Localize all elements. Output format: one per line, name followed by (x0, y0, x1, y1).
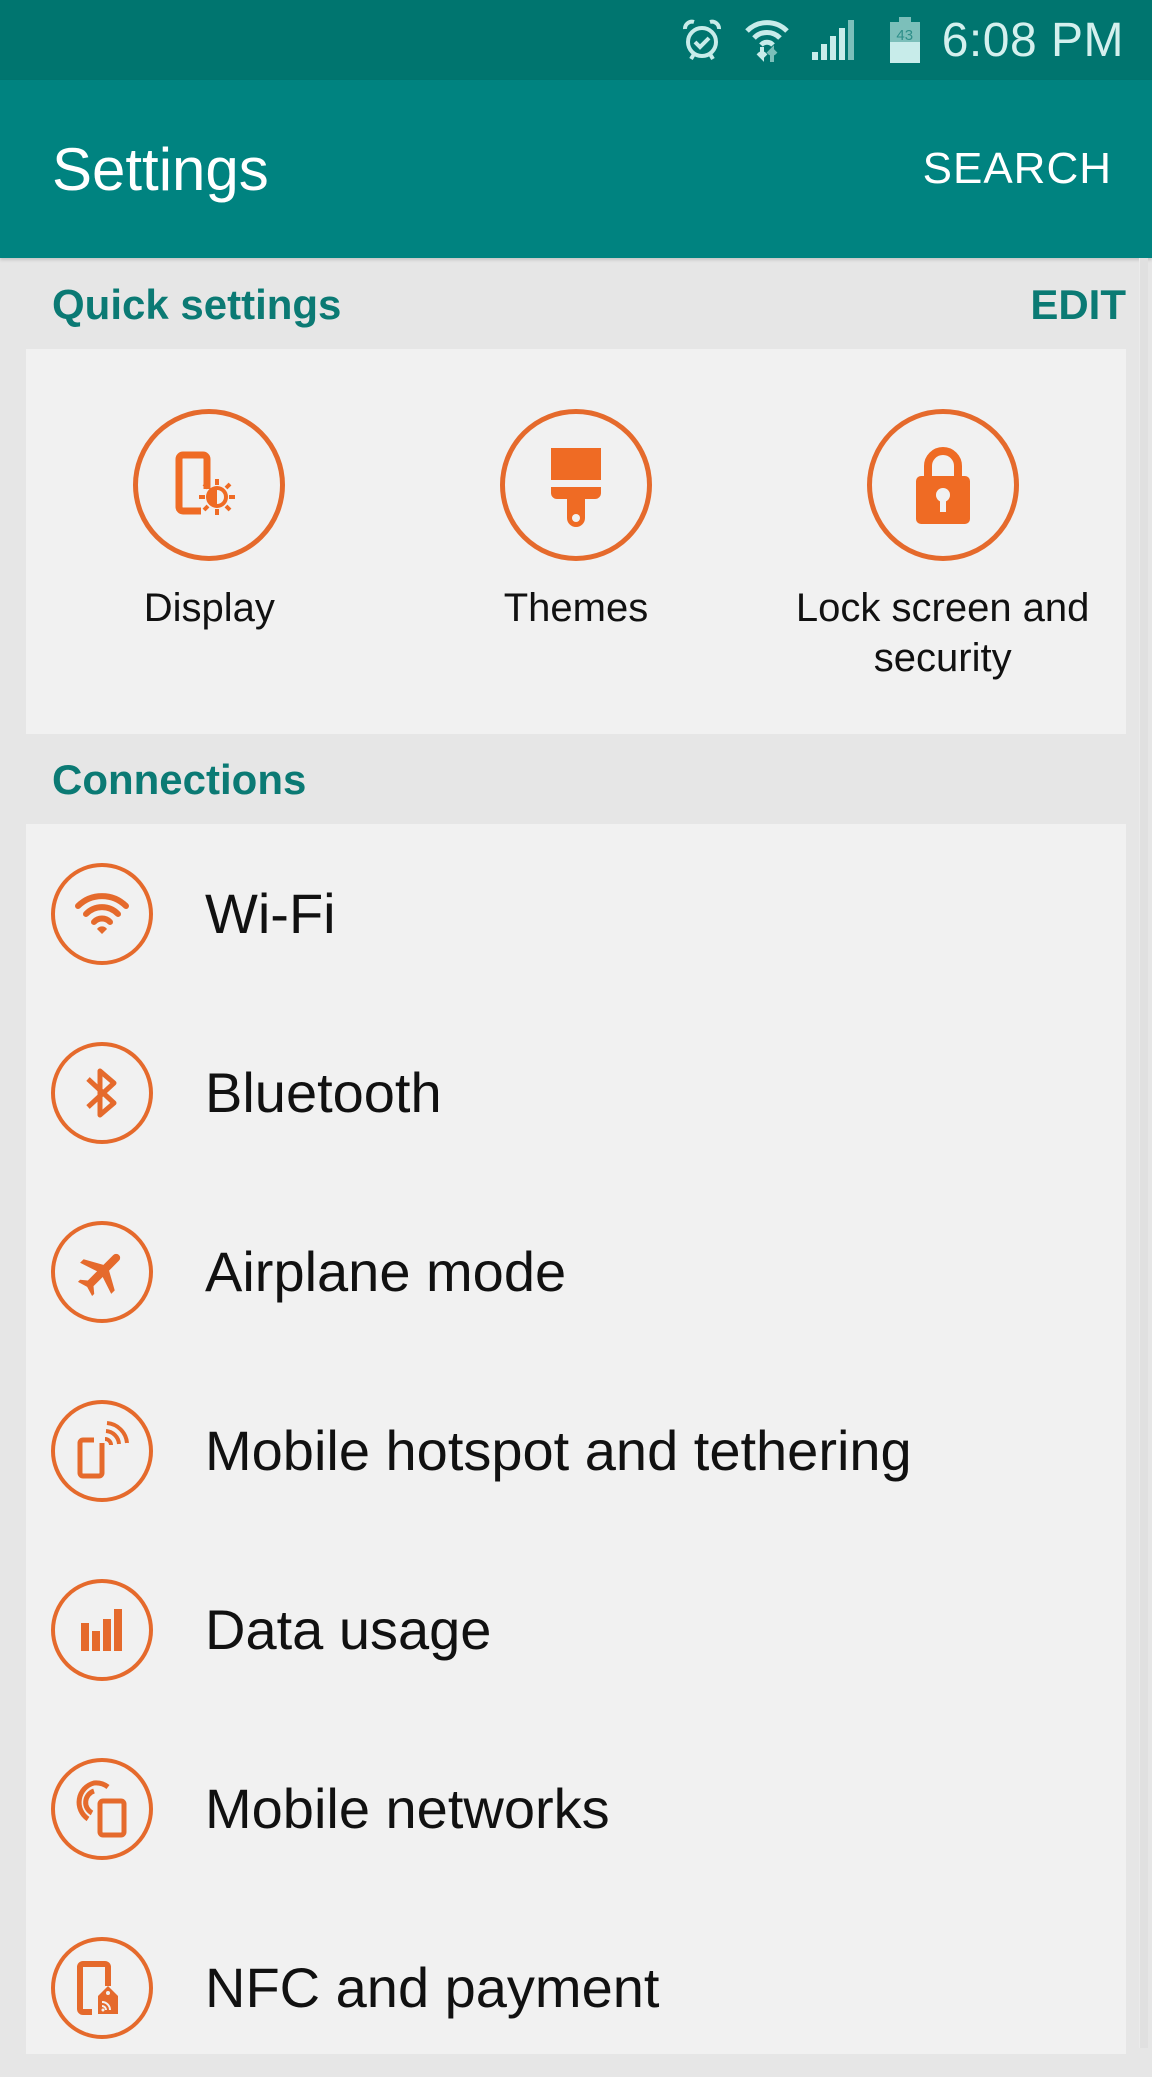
wifi-icon (744, 17, 790, 63)
quick-setting-display[interactable]: Display (26, 349, 393, 734)
alarm-icon (682, 19, 722, 61)
list-item-label: Wi-Fi (205, 882, 336, 945)
quick-settings-header: Quick settings EDIT (0, 260, 1152, 350)
search-button[interactable]: SEARCH (923, 144, 1112, 194)
quick-settings-card: Display Themes Lock screen and security (26, 349, 1126, 734)
list-item-airplane-mode[interactable]: Airplane mode (26, 1182, 1126, 1361)
nfc-icon (51, 1936, 153, 2039)
scrollbar[interactable] (1139, 258, 1148, 2048)
lock-icon (866, 409, 1019, 561)
list-item-label: Mobile networks (205, 1777, 610, 1840)
signal-icon (811, 18, 856, 62)
quick-setting-label: Themes (503, 586, 649, 630)
section-title-quick-settings: Quick settings (52, 281, 342, 328)
section-title-connections: Connections (52, 756, 307, 803)
hotspot-icon (51, 1399, 153, 1502)
list-item-data-usage[interactable]: Data usage (26, 1540, 1126, 1719)
list-item-bluetooth[interactable]: Bluetooth (26, 1003, 1126, 1182)
connections-list: Wi-Fi Bluetooth Airplane mode Mobile hot… (26, 824, 1126, 2054)
list-item-label: Airplane mode (205, 1240, 567, 1303)
paintbrush-icon (500, 409, 652, 561)
page-title: Settings (52, 135, 269, 203)
quick-setting-themes[interactable]: Themes (393, 349, 760, 734)
display-icon (133, 409, 286, 561)
list-item-label: Mobile hotspot and tethering (205, 1419, 912, 1482)
list-item-wifi[interactable]: Wi-Fi (26, 824, 1126, 1003)
wifi-icon (51, 862, 153, 965)
battery-icon: 43 (889, 17, 920, 63)
airplane-icon (51, 1220, 153, 1323)
list-item-label: NFC and payment (205, 1956, 660, 2019)
list-item-mobile-networks[interactable]: Mobile networks (26, 1719, 1126, 1898)
battery-level: 43 (896, 27, 914, 44)
list-item-label: Data usage (205, 1598, 492, 1661)
status-bar: 43 6:08 PM (0, 0, 1152, 80)
quick-setting-label: Display (143, 586, 275, 630)
list-item-label: Bluetooth (205, 1061, 442, 1124)
list-item-mobile-hotspot[interactable]: Mobile hotspot and tethering (26, 1361, 1126, 1540)
quick-setting-label: Lock screen and security (795, 586, 1090, 680)
list-item-nfc-payment[interactable]: NFC and payment (26, 1898, 1126, 2077)
quick-setting-lock-screen[interactable]: Lock screen and security (759, 349, 1126, 734)
data-usage-icon (51, 1578, 153, 1681)
app-bar: Settings SEARCH (0, 80, 1152, 258)
bluetooth-icon (51, 1041, 153, 1144)
connections-header: Connections (0, 735, 1152, 825)
edit-button[interactable]: EDIT (1030, 281, 1126, 329)
mobile-networks-icon (51, 1757, 153, 1860)
clock: 6:08 PM (941, 13, 1124, 67)
